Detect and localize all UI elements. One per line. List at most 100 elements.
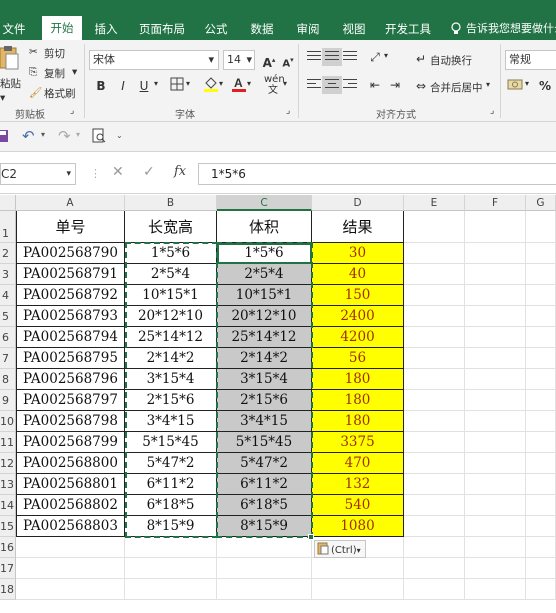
row-header[interactable]: 1 — [0, 211, 16, 243]
tab-home[interactable]: 开始 — [42, 16, 82, 40]
column-header-a[interactable]: A — [16, 195, 125, 211]
underline-dropdown-icon[interactable]: ▾ — [154, 79, 158, 88]
redo-dropdown-icon[interactable]: ▾ — [76, 130, 80, 139]
align-right-icon[interactable] — [340, 76, 360, 94]
bold-button[interactable]: B — [92, 77, 110, 95]
undo-icon[interactable]: ↶ — [22, 127, 35, 145]
currency-dropdown-icon[interactable]: ▾ — [525, 79, 529, 88]
row-header[interactable]: 12 — [0, 453, 16, 474]
copy-dropdown-icon[interactable]: ▾ — [72, 66, 77, 78]
column-header-d[interactable]: D — [312, 195, 404, 211]
merge-center-button[interactable]: 合并后居中 — [430, 80, 483, 95]
row-header[interactable]: 15 — [0, 516, 16, 537]
row-header[interactable]: 9 — [0, 390, 16, 411]
order-number-cell[interactable]: PA002568798 — [16, 411, 125, 432]
align-left-icon[interactable] — [304, 76, 324, 94]
row-header[interactable]: 4 — [0, 285, 16, 306]
tell-me-search[interactable]: 告诉我您想要做什么 — [466, 18, 556, 40]
order-number-cell[interactable]: PA002568793 — [16, 306, 125, 327]
paste-button[interactable]: 粘贴 — [0, 76, 21, 91]
row-header[interactable]: 3 — [0, 264, 16, 285]
order-number-cell[interactable]: PA002568796 — [16, 369, 125, 390]
tab-page-layout[interactable]: 页面布局 — [134, 18, 190, 40]
print-preview-icon[interactable] — [92, 128, 106, 147]
font-size-combo[interactable]: 14 ▾ — [223, 50, 255, 70]
tab-review[interactable]: 审阅 — [290, 18, 326, 40]
row-header[interactable]: 14 — [0, 495, 16, 516]
order-number-cell[interactable]: PA002568803 — [16, 516, 125, 537]
result-cell[interactable]: 180 — [312, 369, 404, 390]
row-header[interactable]: 2 — [0, 243, 16, 264]
save-icon[interactable] — [0, 129, 8, 143]
orientation-icon[interactable]: ⤢ — [366, 48, 384, 66]
underline-button[interactable]: U — [135, 77, 153, 95]
column-header-g[interactable]: G — [526, 195, 556, 211]
tab-developer[interactable]: 开发工具 — [382, 18, 434, 40]
result-cell[interactable]: 3375 — [312, 432, 404, 453]
tab-formulas[interactable]: 公式 — [198, 18, 234, 40]
borders-icon[interactable] — [168, 77, 186, 95]
row-header[interactable]: 16 — [0, 537, 16, 558]
column-header-f[interactable]: F — [465, 195, 526, 211]
select-all-corner[interactable] — [0, 195, 16, 211]
order-number-cell[interactable]: PA002568797 — [16, 390, 125, 411]
cut-button[interactable]: 剪切 — [44, 46, 65, 61]
tab-data[interactable]: 数据 — [244, 18, 280, 40]
row-header[interactable]: 18 — [0, 579, 16, 600]
undo-dropdown-icon[interactable]: ▾ — [41, 130, 45, 139]
shrink-font-icon[interactable]: A▾ — [279, 51, 297, 69]
order-number-cell[interactable]: PA002568795 — [16, 348, 125, 369]
result-cell[interactable]: 150 — [312, 285, 404, 306]
redo-icon[interactable]: ↷ — [58, 127, 71, 145]
paste-icon[interactable] — [0, 44, 20, 72]
cancel-icon[interactable]: ✕ — [112, 164, 124, 180]
copy-button[interactable]: 复制 — [44, 66, 65, 81]
qat-customize-icon[interactable]: ⌄ — [116, 131, 123, 140]
alignment-launcher-icon[interactable]: ⌟ — [490, 106, 494, 116]
order-number-cell[interactable]: PA002568792 — [16, 285, 125, 306]
font-launcher-icon[interactable]: ⌟ — [286, 106, 290, 116]
row-header[interactable]: 10 — [0, 411, 16, 432]
table-header-c[interactable]: 体积 — [217, 211, 312, 243]
font-color-icon[interactable]: A — [230, 75, 248, 93]
active-cell[interactable] — [217, 243, 312, 264]
row-header[interactable]: 13 — [0, 474, 16, 495]
fill-color-icon[interactable] — [202, 75, 220, 93]
number-format-combo[interactable]: 常规 — [505, 50, 556, 70]
merge-dropdown-icon[interactable]: ▾ — [486, 80, 490, 89]
column-header-e[interactable]: E — [404, 195, 465, 211]
tab-file[interactable]: 文件 — [0, 18, 28, 40]
row-header[interactable]: 11 — [0, 432, 16, 453]
insert-function-icon[interactable]: fx — [174, 164, 186, 179]
result-cell[interactable]: 56 — [312, 348, 404, 369]
paste-options-button[interactable]: (Ctrl)▾ — [314, 540, 366, 558]
grow-font-icon[interactable]: A▴ — [260, 51, 278, 70]
align-center-icon[interactable] — [322, 76, 342, 94]
formula-input[interactable]: 1*5*6 — [198, 163, 556, 185]
result-cell[interactable]: 1080 — [312, 516, 404, 537]
format-painter-button[interactable]: 格式刷 — [44, 86, 76, 101]
currency-icon[interactable] — [506, 76, 524, 94]
decrease-indent-icon[interactable]: ⇤ — [366, 76, 384, 94]
font-name-combo[interactable]: 宋体 ▾ — [89, 50, 219, 70]
fill-color-dropdown-icon[interactable]: ▾ — [219, 79, 223, 88]
row-header[interactable]: 17 — [0, 558, 16, 579]
worksheet-grid[interactable]: 1 2 3 4 5 6 7 8 9 10 11 12 13 14 15 16 17 18 单号 长宽高 体积 结果 PA00… — [0, 211, 556, 613]
row-header[interactable]: 8 — [0, 369, 16, 390]
table-header-d[interactable]: 结果 — [312, 211, 404, 243]
order-number-cell[interactable]: PA002568799 — [16, 432, 125, 453]
result-cell[interactable]: 132 — [312, 474, 404, 495]
phonetic-dropdown-icon[interactable]: ▾ — [283, 79, 287, 88]
percent-button[interactable]: % — [536, 77, 554, 95]
order-number-cell[interactable]: PA002568802 — [16, 495, 125, 516]
column-header-c[interactable]: C — [217, 195, 312, 211]
result-cell[interactable]: 180 — [312, 390, 404, 411]
row-header[interactable]: 5 — [0, 306, 16, 327]
tab-view[interactable]: 视图 — [336, 18, 372, 40]
result-cell[interactable]: 4200 — [312, 327, 404, 348]
font-color-dropdown-icon[interactable]: ▾ — [247, 79, 251, 88]
column-header-b[interactable]: B — [125, 195, 217, 211]
borders-dropdown-icon[interactable]: ▾ — [186, 79, 190, 88]
result-cell[interactable]: 30 — [312, 243, 404, 264]
table-header-b[interactable]: 长宽高 — [125, 211, 217, 243]
